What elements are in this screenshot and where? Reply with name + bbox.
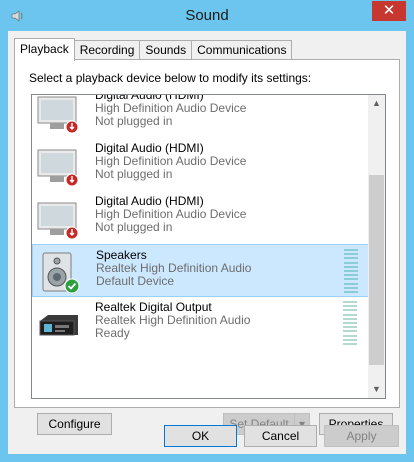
device-rows: Digital Audio (HDMI) High Definition Aud… <box>32 95 369 350</box>
volume-level-meter <box>343 301 357 345</box>
cancel-button[interactable]: Cancel <box>244 425 317 447</box>
device-list[interactable]: Digital Audio (HDMI) High Definition Aud… <box>31 94 386 399</box>
tab-recording[interactable]: Recording <box>73 40 141 60</box>
device-text: Digital Audio (HDMI) High Definition Aud… <box>95 195 246 234</box>
close-icon: ✕ <box>382 2 396 19</box>
digital-output-icon <box>36 303 80 347</box>
vertical-scrollbar[interactable]: ▲ ▼ <box>368 95 385 398</box>
device-text: Digital Audio (HDMI) High Definition Aud… <box>95 142 246 181</box>
device-status: Not plugged in <box>95 220 173 234</box>
configure-button[interactable]: Configure <box>37 413 112 435</box>
monitor-unplugged-icon <box>36 197 80 241</box>
dialog-body: Playback Recording Sounds Communications… <box>8 31 406 454</box>
apply-button[interactable]: Apply <box>324 425 399 447</box>
device-text: Realtek Digital Output Realtek High Defi… <box>95 301 250 340</box>
title-bar[interactable]: Sound ✕ <box>0 0 414 32</box>
tab-strip: Playback Recording Sounds Communications <box>14 38 293 61</box>
volume-level-meter <box>344 249 358 293</box>
scroll-down-icon[interactable]: ▼ <box>368 381 385 398</box>
sound-window: Sound ✕ Playback Recording Sounds Commun… <box>0 0 414 462</box>
scroll-up-icon[interactable]: ▲ <box>368 95 385 112</box>
playback-panel: Select a playback device below to modify… <box>14 59 400 435</box>
monitor-unplugged-icon <box>36 95 80 135</box>
close-button[interactable]: ✕ <box>372 1 406 21</box>
device-hdmi-2[interactable]: Digital Audio (HDMI) High Definition Aud… <box>32 138 369 191</box>
scroll-thumb[interactable] <box>369 175 384 365</box>
ok-button[interactable]: OK <box>164 425 237 447</box>
device-text: Speakers Realtek High Definition Audio D… <box>96 249 251 288</box>
speaker-default-icon <box>37 251 81 295</box>
window-title: Sound <box>185 7 229 24</box>
tab-communications[interactable]: Communications <box>191 40 293 60</box>
device-hdmi-3[interactable]: Digital Audio (HDMI) High Definition Aud… <box>32 191 369 244</box>
device-text: Digital Audio (HDMI) High Definition Aud… <box>95 95 246 128</box>
device-digital-output[interactable]: Realtek Digital Output Realtek High Defi… <box>32 297 369 350</box>
tab-playback[interactable]: Playback <box>14 38 75 61</box>
tab-sounds[interactable]: Sounds <box>139 40 193 60</box>
device-status: Not plugged in <box>95 114 173 128</box>
device-status: Default Device <box>96 274 175 288</box>
device-status: Not plugged in <box>95 167 173 181</box>
device-speakers[interactable]: Speakers Realtek High Definition Audio D… <box>32 244 369 297</box>
device-status: Ready <box>95 326 130 340</box>
device-hdmi-1[interactable]: Digital Audio (HDMI) High Definition Aud… <box>32 95 369 138</box>
monitor-unplugged-icon <box>36 144 80 188</box>
instruction-text: Select a playback device below to modify… <box>29 71 312 85</box>
